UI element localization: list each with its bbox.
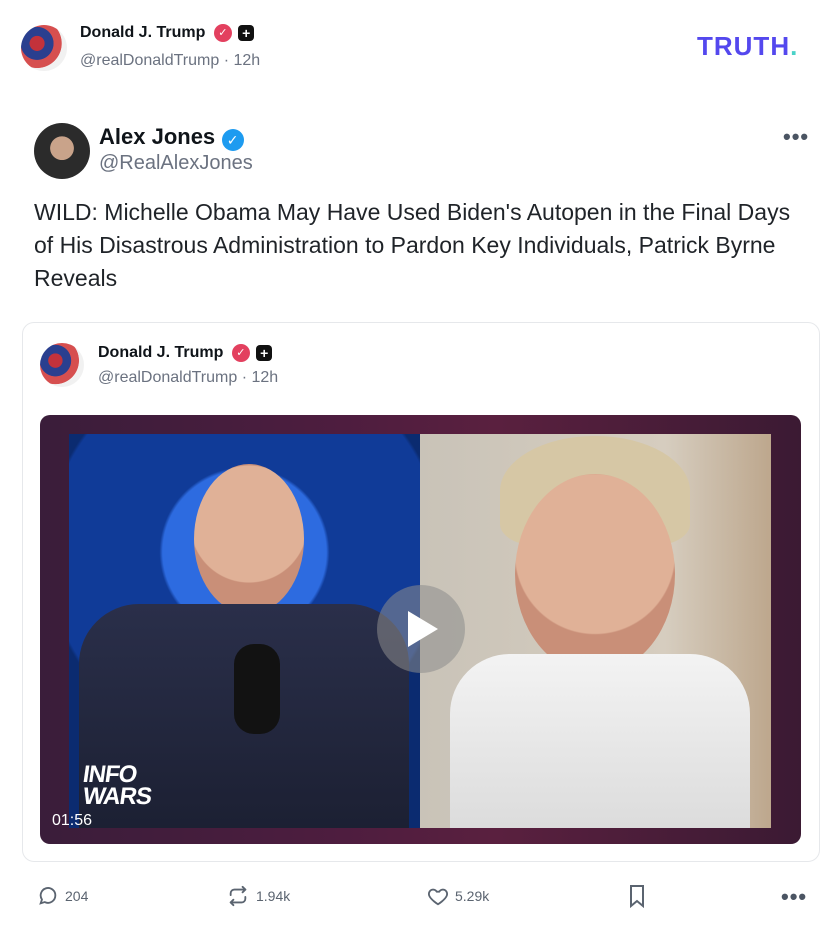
retruth-icon <box>226 885 250 907</box>
plus-badge-icon: + <box>256 345 273 361</box>
video-player[interactable]: INFO WARS 01:56 <box>40 415 801 844</box>
more-options-icon[interactable]: ••• <box>783 124 809 150</box>
embedded-author-info: Donald J. Trump ✓ + <box>98 344 273 362</box>
right-person-head <box>515 474 675 674</box>
author-handle-line: @realDonaldTrump · 12h <box>80 52 260 70</box>
author-avatar[interactable] <box>21 25 67 71</box>
more-actions-icon[interactable]: ••• <box>781 884 807 910</box>
left-person-head <box>194 464 304 614</box>
author-name[interactable]: Donald J. Trump <box>80 24 205 41</box>
reply-action[interactable]: 204 <box>37 885 88 907</box>
truth-logo-dot: . <box>790 31 799 61</box>
microphone-icon <box>234 644 280 734</box>
embedded-author-avatar[interactable] <box>40 343 84 387</box>
author-info: Donald J. Trump ✓ + <box>80 24 255 42</box>
verified-badge-icon: ✓ <box>231 344 250 362</box>
reply-count: 204 <box>65 888 89 904</box>
right-person-body <box>450 654 750 828</box>
plus-badge-icon: + <box>238 25 255 41</box>
author-handle[interactable]: @realDonaldTrump <box>80 52 219 69</box>
play-icon <box>408 611 438 647</box>
alex-jones-avatar[interactable] <box>34 123 90 179</box>
video-left-panel: INFO WARS <box>69 434 420 828</box>
embedded-author-handle[interactable]: @realDonaldTrump <box>98 369 237 386</box>
truth-logo[interactable]: TRUTH. <box>697 31 798 62</box>
reply-icon <box>37 885 59 907</box>
retruth-count: 1.94k <box>256 888 291 904</box>
quoted-author-info: Alex Jones ✓ <box>99 124 244 151</box>
watermark-line2: WARS <box>81 783 153 810</box>
bookmark-icon[interactable] <box>627 884 647 908</box>
video-duration: 01:56 <box>52 812 93 829</box>
video-right-panel <box>420 434 771 828</box>
separator: · <box>241 369 248 386</box>
quoted-author-name[interactable]: Alex Jones <box>99 124 215 149</box>
heart-icon <box>427 885 449 907</box>
embedded-post-time[interactable]: 12h <box>252 369 279 386</box>
separator: · <box>223 52 230 69</box>
post-time[interactable]: 12h <box>234 52 261 69</box>
embedded-handle-line: @realDonaldTrump · 12h <box>98 369 278 387</box>
watermark: INFO WARS <box>81 761 153 810</box>
post-text: WILD: Michelle Obama May Have Used Biden… <box>34 199 791 291</box>
verified-badge-icon: ✓ <box>221 128 244 151</box>
truth-logo-text: TRUTH <box>697 31 791 61</box>
like-action[interactable]: 5.29k <box>427 885 489 907</box>
like-count: 5.29k <box>455 888 490 904</box>
quoted-author-handle[interactable]: @RealAlexJones <box>99 152 253 175</box>
retruth-action[interactable]: 1.94k <box>226 885 290 907</box>
embedded-author-name[interactable]: Donald J. Trump <box>98 344 223 361</box>
play-button[interactable] <box>377 585 465 673</box>
verified-badge-icon: ✓ <box>213 24 232 42</box>
